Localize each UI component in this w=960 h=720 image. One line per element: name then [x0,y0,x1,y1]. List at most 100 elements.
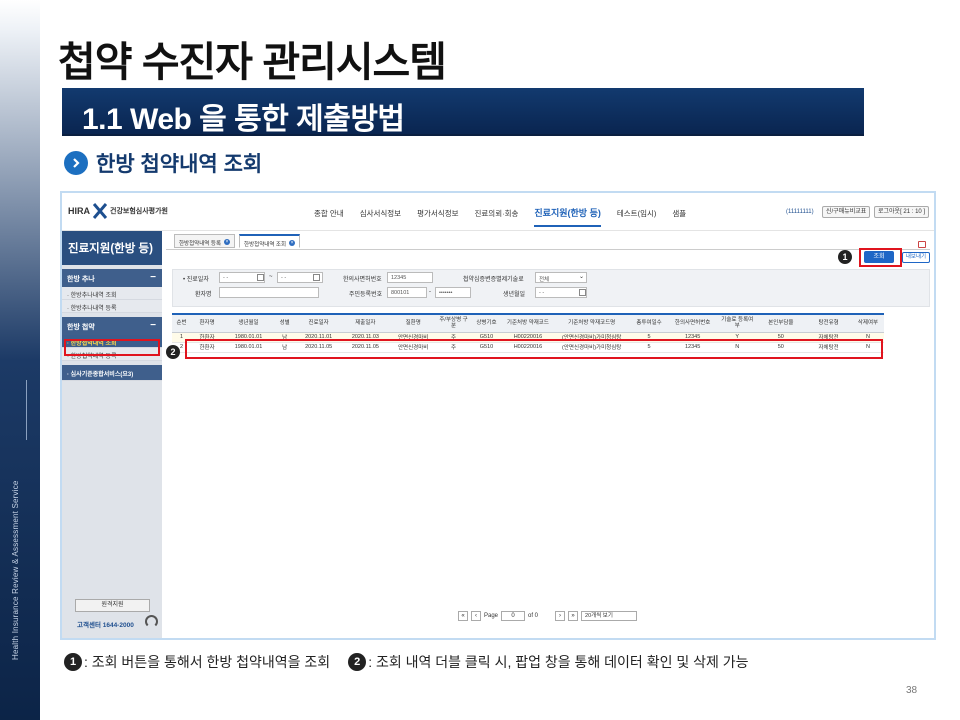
page-total: of 0 [528,613,539,619]
left-decorative-band [0,0,40,720]
sidebar-item-review-service[interactable]: · 심사기준종합서비스(요3) [62,365,162,381]
next-page-button[interactable]: › [555,611,566,621]
column-header[interactable]: 삭제여부 [852,313,884,333]
close-icon[interactable]: × [224,239,231,245]
column-header[interactable]: 총투여일수 [631,313,668,333]
table-header-row: 순번 환자명 생년월일 성별 진료일자 제출일자 질환명 주/부상병 구분 상병… [172,313,884,333]
calendar-icon[interactable] [313,274,320,281]
highlight-sidebar-item [64,339,160,356]
exclude-label: 첩약심증변증별제기술료 [463,277,524,283]
column-header[interactable]: 상병기호 [469,313,504,333]
column-header[interactable]: 기술료 등록여부 [718,313,757,333]
tab-bar: 한방첩약내역 등록 × 한방첩약내역 조회 × [174,234,301,248]
sidebar-group-label: 한방 첩약 [67,324,95,331]
pagination: « ‹ Page 0 of 0 › » 20개씩 보기 [458,611,638,621]
footnote: 1 : 조회 버튼을 통해서 한방 첩약내역을 조회 2 : 조회 내역 더블 … [64,652,749,672]
top-nav: 종합 안내 심사서식정보 평가서식정보 진료의뢰·회송 진료지원(한방 등) 테… [314,206,686,227]
user-id: (11111111) [786,209,814,215]
column-header[interactable]: 순번 [172,313,192,333]
highlight-result-row [185,339,883,359]
tab-label: 한방첩약내역 조회 [244,242,287,248]
column-header[interactable]: 한의사면허번호 [667,313,719,333]
nav-item[interactable]: 심사서식정보 [360,208,401,219]
nav-item[interactable]: 종합 안내 [314,208,344,219]
patient-input[interactable] [219,287,319,298]
app-screenshot: HIRA 건강보험심사평가원 종합 안내 심사서식정보 평가서식정보 진료의뢰·… [60,191,936,640]
page-input[interactable]: 0 [501,611,526,621]
column-header[interactable]: 환자명 [191,313,223,333]
left-band-line [26,380,27,440]
column-header[interactable]: 탕전유형 [805,313,852,333]
prev-page-button[interactable]: ‹ [471,611,481,621]
footnote-marker-1: 1 [64,653,82,671]
column-header[interactable]: 생년월일 [223,313,274,333]
sidebar-title: 진료지원(한방 등) [62,231,162,265]
subtitle-text: 한방 첩약내역 조회 [96,153,263,176]
organization-vertical-text: Health Insurance Review & Assessment Ser… [11,480,20,660]
birth-label: 생년월일 [503,292,526,298]
content-area: 한방첩약내역 등록 × 한방첩약내역 조회 × 1 조회 내보내기 • 진료일자… [162,231,934,638]
subtitle: 한방 첩약내역 조회 [64,148,262,178]
org-name: 건강보험심사평가원 [110,208,168,215]
sidebar-group-chuyak[interactable]: 한방 첩약 − [62,317,162,335]
sidebar: 진료지원(한방 등) 한방 추나 − · 한방추나내역 조회 · 한방추나내역 … [62,231,162,638]
page-size-select[interactable]: 20개씩 보기 [581,611,638,621]
app-header: HIRA 건강보험심사평가원 종합 안내 심사서식정보 평가서식정보 진료의뢰·… [62,193,934,231]
highlight-search-button [859,248,902,267]
nav-item[interactable]: 평가서식정보 [417,208,458,219]
column-header[interactable]: 제출일자 [342,313,389,333]
step-marker-1: 1 [838,250,852,264]
column-header[interactable]: 주/부상병 구분 [437,313,470,333]
nav-item[interactable]: 진료의뢰·회송 [475,208,519,219]
slide-title: 첩약 수진자 관리시스템 [58,39,447,85]
rrn-back-input[interactable]: ••••••• [435,287,471,298]
rrn-dash: - [429,289,431,295]
last-page-button[interactable]: » [568,611,579,621]
search-filter-panel: • 진료일자 - - ~ - - 한의사면허번호 12345 첩약심증변증별제기… [172,269,930,307]
tab-chuyak-register[interactable]: 한방첩약내역 등록 × [174,234,236,248]
calendar-icon[interactable] [257,274,264,281]
nav-item[interactable]: 테스트(임시) [617,208,657,219]
column-header[interactable]: 진료일자 [295,313,342,333]
nav-item-active[interactable]: 진료지원(한방 등) [534,206,602,227]
section-title: 1.1 Web 을 통한 제출방법 [82,103,405,136]
rrn-front-input[interactable]: 800101 [387,287,427,298]
tab-chuyak-search[interactable]: 한방첩약내역 조회 × [239,234,301,248]
calendar-icon[interactable] [579,289,586,296]
column-header[interactable]: 기준처방 약재코드 [503,313,553,333]
export-button[interactable]: 내보내기 [902,252,930,263]
patient-label: 환자명 [195,292,212,298]
sidebar-group-chuna[interactable]: 한방 추나 − [62,269,162,287]
date-label: • 진료일자 [183,277,209,283]
chevron-right-icon [64,151,88,175]
nav-item[interactable]: 샘플 [672,208,686,219]
chevron-down-icon[interactable]: ⌄ [579,273,584,280]
close-icon[interactable]: × [289,240,296,246]
logout-button[interactable]: 로그아웃[ 21 : 10 ] [874,206,930,218]
column-header[interactable]: 성별 [274,313,296,333]
footnote-marker-2: 2 [348,653,367,671]
column-header[interactable]: 기준처방 약재코드명 [552,313,631,333]
sidebar-item-chuna-search[interactable]: · 한방추나내역 조회 [62,287,162,300]
first-page-button[interactable]: « [458,611,468,621]
column-header[interactable]: 본인부담율 [756,313,806,333]
license-input[interactable]: 12345 [387,272,433,283]
menu-compare-button[interactable]: 신/구매뉴비교표 [822,206,871,218]
remote-support-button[interactable]: 원격지원 [75,599,150,612]
collapse-icon[interactable]: − [150,320,156,331]
print-icon[interactable] [918,241,926,248]
logo-text: HIRA [68,206,90,216]
section-banner: 1.1 Web 을 통한 제출방법 [62,88,864,136]
tab-label: 한방첩약내역 등록 [179,241,222,247]
date-separator: ~ [269,274,273,280]
rrn-label: 주민등록번호 [349,292,383,298]
page-label: Page [484,613,499,619]
sidebar-item-chuna-register[interactable]: · 한방추나내역 등록 [62,300,162,313]
footnote-text-1: : 조회 버튼을 통해서 한방 첩약내역을 조회 [84,654,331,670]
license-label: 한의사면허번호 [343,277,382,283]
headset-icon [145,615,158,628]
tabs-divider [166,249,930,250]
column-header[interactable]: 질환명 [388,313,438,333]
collapse-icon[interactable]: − [150,272,156,283]
customer-center-phone: 고객센터 1644-2000 [77,622,134,629]
